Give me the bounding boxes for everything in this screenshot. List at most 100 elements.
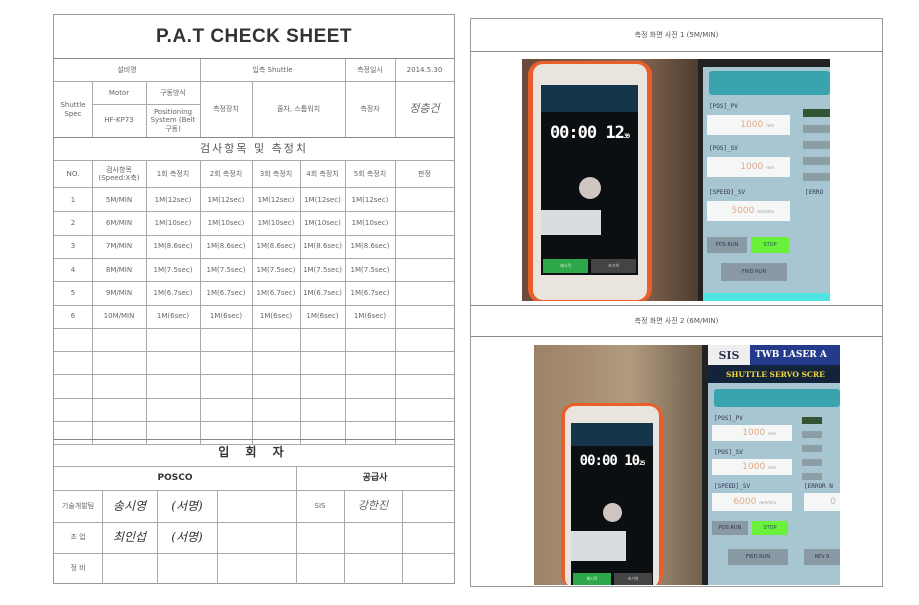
stopwatch-icon (579, 177, 601, 199)
cell-item (92, 351, 146, 374)
column-header: 1회 측정치 (156, 169, 190, 178)
cell-m2: 1M(8.6sec) (206, 242, 246, 251)
cell-m5: 1M(6sec) (353, 312, 387, 321)
stopwatch-screen-1: 00:00 1239 재시작 초기화 (541, 85, 638, 275)
cell-result (395, 398, 454, 421)
cell-m3 (252, 374, 300, 397)
cell-result (395, 305, 454, 328)
cell-result (395, 281, 454, 304)
cell-m4: 1M(7.5sec) (303, 265, 342, 274)
cell-m1: 1M(10sec) (154, 218, 192, 227)
cell-m5: 1M(6.7sec) (350, 288, 390, 297)
column-header: 5회 측정치 (353, 169, 387, 178)
rev-run-button-2: REV R (804, 549, 840, 565)
cell-no: 6 (70, 312, 76, 321)
cell-m5: 1M(8.6sec) (350, 242, 390, 251)
supplier-signature: 강한진 (357, 499, 389, 513)
cell-item (92, 328, 146, 351)
spec-label: Shuttle Spec (60, 101, 86, 118)
pos-pv-field-2: 1000 mm (712, 425, 792, 441)
photo-2: 00:00 1025 재시작 초기화 SIS TWB LASER A SHUTT… (534, 345, 840, 585)
column-header: 판정 (418, 169, 431, 178)
measurer-label: 측정자 (360, 105, 380, 114)
supplier-name (296, 522, 344, 553)
supplier-label: 공급사 (362, 473, 388, 484)
stopwatch-time-1: 00:00 1239 (549, 123, 630, 143)
column-header: 검사항목 (Speed:X축) (98, 165, 140, 182)
cell-item: 7M/MIN (105, 242, 133, 251)
cell-m5: 1M(7.5sec) (350, 265, 390, 274)
stopwatch-time-2: 00:00 1025 (579, 453, 646, 469)
cell-no (54, 351, 92, 374)
cell-m3: 1M(6.7sec) (256, 288, 296, 297)
cell-m3: 1M(12sec) (257, 195, 295, 204)
cell-m5 (345, 398, 395, 421)
reset-button: 초기화 (591, 259, 636, 273)
cell-m5: 1M(10sec) (351, 218, 389, 227)
cell-result (395, 374, 454, 397)
cell-m2 (200, 328, 252, 351)
pos-sv-field-2: 1000 mm (712, 459, 792, 475)
cell-m4: 1M(10sec) (304, 218, 341, 227)
cell-m1: 1M(7.5sec) (153, 265, 193, 274)
cell-m4: 1M(8.6sec) (303, 242, 342, 251)
reset-button: 초기화 (614, 573, 652, 585)
cell-result (395, 351, 454, 374)
phone-1: 00:00 1239 재시작 초기화 (528, 61, 652, 301)
cell-m2: 1M(6sec) (209, 312, 243, 321)
cell-no: 4 (70, 265, 76, 274)
cell-m2 (200, 351, 252, 374)
empty-cell (402, 553, 454, 584)
table-row (54, 374, 454, 397)
column-header: 4회 측정치 (306, 169, 339, 178)
cell-m1 (146, 374, 200, 397)
department-label: 조 업 (70, 533, 86, 542)
department-label: 기술개발팀 (61, 502, 95, 511)
table-row: 2 6M/MIN 1M(10sec) 1M(10sec) 1M(10sec) 1M(10s… (54, 211, 454, 234)
cell-no: 1 (70, 195, 76, 204)
cell-result (395, 258, 454, 281)
empty-cell (402, 522, 454, 553)
restart-button: 재시작 (543, 259, 588, 273)
cell-m5 (345, 374, 395, 397)
cell-m1 (146, 328, 200, 351)
cell-result (395, 188, 454, 211)
column-header: 2회 측정치 (209, 169, 243, 178)
cell-no (54, 398, 92, 421)
pos-sv-field-1: 1000 mm (707, 157, 790, 177)
cell-no (54, 328, 92, 351)
measurement-section-title: 검사항목 및 측정치 (200, 141, 308, 155)
attendee-row: 조 업 최인섭 (서명) (54, 522, 454, 553)
cell-m4 (300, 351, 345, 374)
cell-m3: 1M(7.5sec) (256, 265, 296, 274)
motor-value: HF-KP73 (104, 116, 134, 125)
cell-m3: 1M(10sec) (257, 218, 295, 227)
signature-name: 최인섭 (112, 529, 147, 544)
signature-name (102, 553, 157, 584)
cell-m4 (300, 398, 345, 421)
cell-m1: 1M(6sec) (156, 312, 190, 321)
attendees-table: 기술개발팀 송시영 (서명) SIS 강한진 조 업 최인섭 (서명) 정 비 (54, 491, 454, 584)
table-row (54, 328, 454, 351)
column-header: 3회 측정치 (259, 169, 293, 178)
photo-2-caption: 측정 화면 사진 2 (6M/MIN) (634, 317, 719, 325)
cell-item: 8M/MIN (105, 265, 133, 274)
department-label: 정 비 (70, 564, 86, 573)
photo-1-caption: 측정 화면 사진 1 (5M/MIN) (634, 31, 719, 39)
cell-m4: 1M(6sec) (306, 312, 339, 321)
sis-logo: SIS (708, 345, 750, 365)
cell-m3: 1M(6sec) (259, 312, 293, 321)
cell-result (395, 328, 454, 351)
pos-run-button-2: POS.RUN (712, 521, 748, 535)
cell-m3 (252, 328, 300, 351)
date-label: 측정일시 (357, 65, 383, 74)
cell-item: 9M/MIN (105, 288, 133, 297)
signature-mark: (서명) (171, 529, 203, 544)
cell-m4: 1M(6.7sec) (303, 288, 342, 297)
cell-m1 (146, 398, 200, 421)
sheet-title: P.A.T CHECK SHEET (155, 25, 353, 47)
table-row: 5 9M/MIN 1M(6.7sec) 1M(6.7sec) 1M(6.7sec) 1M(… (54, 281, 454, 304)
hmi-screen-1: [POS]_PV 1000 mm [POS]_SV 1000 mm [SPEED]_… (703, 67, 830, 301)
cell-m5 (345, 351, 395, 374)
hmi-screen-2: SIS TWB LASER A SHUTTLE SERVO SCRE [POS]… (708, 345, 840, 585)
